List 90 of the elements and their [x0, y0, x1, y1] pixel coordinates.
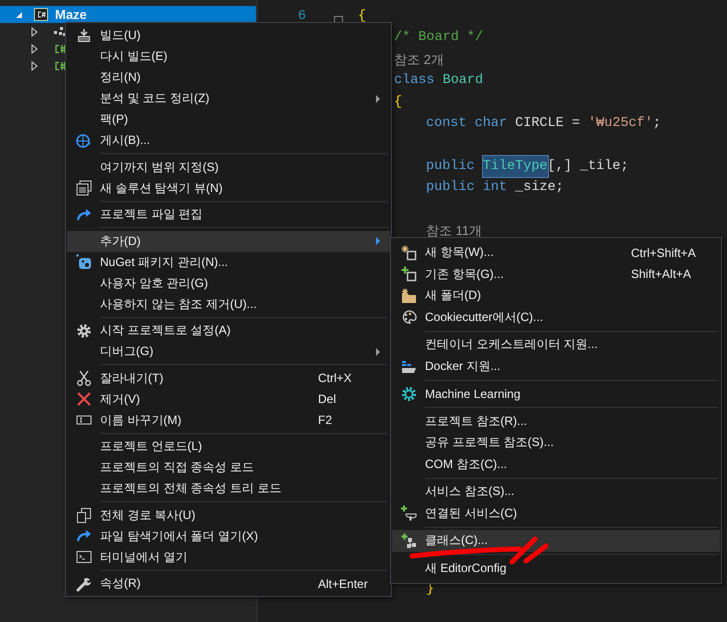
- line-number: 6: [296, 8, 307, 26]
- plug-icon: [400, 505, 416, 522]
- menu-item[interactable]: 사용자 암호 관리(G): [67, 272, 390, 294]
- menu-item[interactable]: 다시 빌드(E): [67, 46, 390, 67]
- tree-item[interactable]: Maze: [0, 6, 256, 23]
- docker-stack-icon: [400, 358, 416, 374]
- menu-item[interactable]: 연결된 서비스(C): [392, 502, 720, 524]
- reference-count[interactable]: 참조 11개: [426, 220, 482, 242]
- menu-item[interactable]: 디버그(G): [67, 341, 390, 362]
- menu-item[interactable]: 빌드(U): [67, 25, 390, 46]
- code-token: ;: [652, 114, 661, 133]
- code-token: CIRCLE =: [515, 114, 581, 133]
- menu-item[interactable]: 프로젝트 참조(R)...: [392, 410, 720, 432]
- code-token: public: [426, 158, 476, 176]
- code-token: [,] _tile;: [548, 158, 629, 176]
- copy-icon: [76, 507, 92, 523]
- code-token: Board: [442, 72, 484, 90]
- expander-icon[interactable]: [30, 26, 40, 36]
- windows-icon: [76, 180, 92, 196]
- menu-item[interactable]: Docker 지원...: [392, 356, 720, 377]
- palette-icon: [400, 309, 416, 326]
- code-token: /* Board */: [394, 29, 484, 48]
- menu-item[interactable]: 추가(D): [67, 230, 390, 252]
- code-token: {: [394, 94, 402, 112]
- menu-item[interactable]: 서비스 참조(S)...: [392, 481, 720, 502]
- menu-item[interactable]: 공유 프로젝트 참조(S)...: [392, 432, 720, 454]
- curved-arrow-icon: [76, 528, 92, 544]
- menu-item[interactable]: 속성(R) Alt+Enter: [67, 573, 390, 594]
- menu-item[interactable]: 컨테이너 오케스트레이터 지원...: [392, 334, 720, 356]
- csharp-file-icon: [54, 44, 66, 54]
- menu-item[interactable]: 게시(B)...: [67, 130, 390, 151]
- menu-item[interactable]: 클래스(C)...: [392, 530, 720, 552]
- shortcut-label: Ctrl+X: [318, 371, 353, 385]
- menu-item[interactable]: 이름 바꾸기(M) F2: [67, 410, 390, 430]
- code-token: const char: [426, 114, 508, 133]
- menu-item[interactable]: NuGet 패키지 관리(N)...: [67, 252, 390, 272]
- code-token: {: [358, 8, 366, 26]
- shortcut-label: Shift+Alt+A: [631, 267, 692, 282]
- gear-icon: [400, 386, 416, 402]
- menu-item[interactable]: 새 항목(W)... Ctrl+Shift+A: [392, 242, 720, 264]
- menu-item[interactable]: COM 참조(C)...: [392, 454, 720, 475]
- shortcut-label: F2: [318, 413, 334, 427]
- menu-item[interactable]: 전체 경로 복사(U): [67, 504, 390, 526]
- expander-icon[interactable]: [30, 60, 40, 70]
- shortcut-label: Del: [318, 392, 338, 406]
- menu-item[interactable]: 프로젝트의 전체 종속성 트리 로드: [67, 478, 390, 499]
- menu-item[interactable]: Machine Learning: [392, 383, 720, 404]
- reference-count[interactable]: 참조 2개: [394, 48, 444, 70]
- menu-item[interactable]: 새 EditorConfig: [392, 558, 720, 579]
- menu-item[interactable]: 시작 프로젝트로 설정(A): [67, 320, 390, 341]
- menu-item[interactable]: 정리(N): [67, 67, 390, 88]
- code-token: _size;: [515, 179, 564, 198]
- download-tray-icon: [76, 28, 92, 44]
- menu-item[interactable]: 사용하지 않는 참조 제거(U)...: [67, 294, 390, 314]
- terminal-icon: [76, 549, 92, 565]
- menu-item[interactable]: 기존 항목(G)... Shift+Alt+A: [392, 264, 720, 285]
- menu-item[interactable]: 터미널에서 열기: [67, 546, 390, 568]
- globe-icon: [76, 132, 92, 148]
- folder-icon: [400, 288, 416, 304]
- gear-icon: [76, 322, 92, 338]
- menu-item[interactable]: 제거(V) Del: [67, 388, 390, 410]
- menu-item[interactable]: 새 솔루션 탐색기 뷰(N): [67, 178, 390, 198]
- shortcut-label: Ctrl+Shift+A: [631, 246, 697, 260]
- wrench-icon: [76, 576, 92, 592]
- code-token: TileType: [482, 156, 548, 178]
- class-icon: [400, 532, 416, 549]
- csharp-project-icon: [34, 8, 48, 21]
- menu-item[interactable]: 프로젝트 파일 편집: [67, 204, 390, 225]
- code-token: public int: [426, 179, 508, 198]
- new-item-icon: [400, 244, 416, 261]
- shortcut-label: Alt+Enter: [318, 576, 369, 590]
- dependencies-icon: [54, 26, 66, 36]
- menu-item[interactable]: 팩(P): [67, 109, 390, 130]
- menu-item[interactable]: 파일 탐색기에서 폴더 열기(X): [67, 526, 390, 546]
- add-item-icon: [400, 266, 416, 282]
- code-token: class: [394, 72, 436, 90]
- expander-icon[interactable]: [30, 44, 40, 54]
- package-icon: [76, 254, 92, 270]
- curved-arrow-icon: [76, 206, 92, 222]
- menu-item[interactable]: 분석 및 코드 정리(Z): [67, 88, 390, 109]
- menu-item[interactable]: 여기까지 범위 지정(S): [67, 156, 390, 178]
- menu-item[interactable]: 잘라내기(T) Ctrl+X: [67, 368, 390, 388]
- menu-item[interactable]: 새 폴더(D): [392, 285, 720, 306]
- menu-item[interactable]: 프로젝트의 직접 종속성 로드: [67, 457, 390, 478]
- menu-item[interactable]: 프로젝트 언로드(L): [67, 436, 390, 457]
- close-icon: [76, 391, 92, 407]
- code-token: '₩u25cf': [588, 114, 653, 133]
- csharp-file-icon: [54, 60, 66, 70]
- menu-item[interactable]: Cookiecutter에서(C)...: [392, 306, 720, 328]
- scissors-icon: [76, 370, 92, 386]
